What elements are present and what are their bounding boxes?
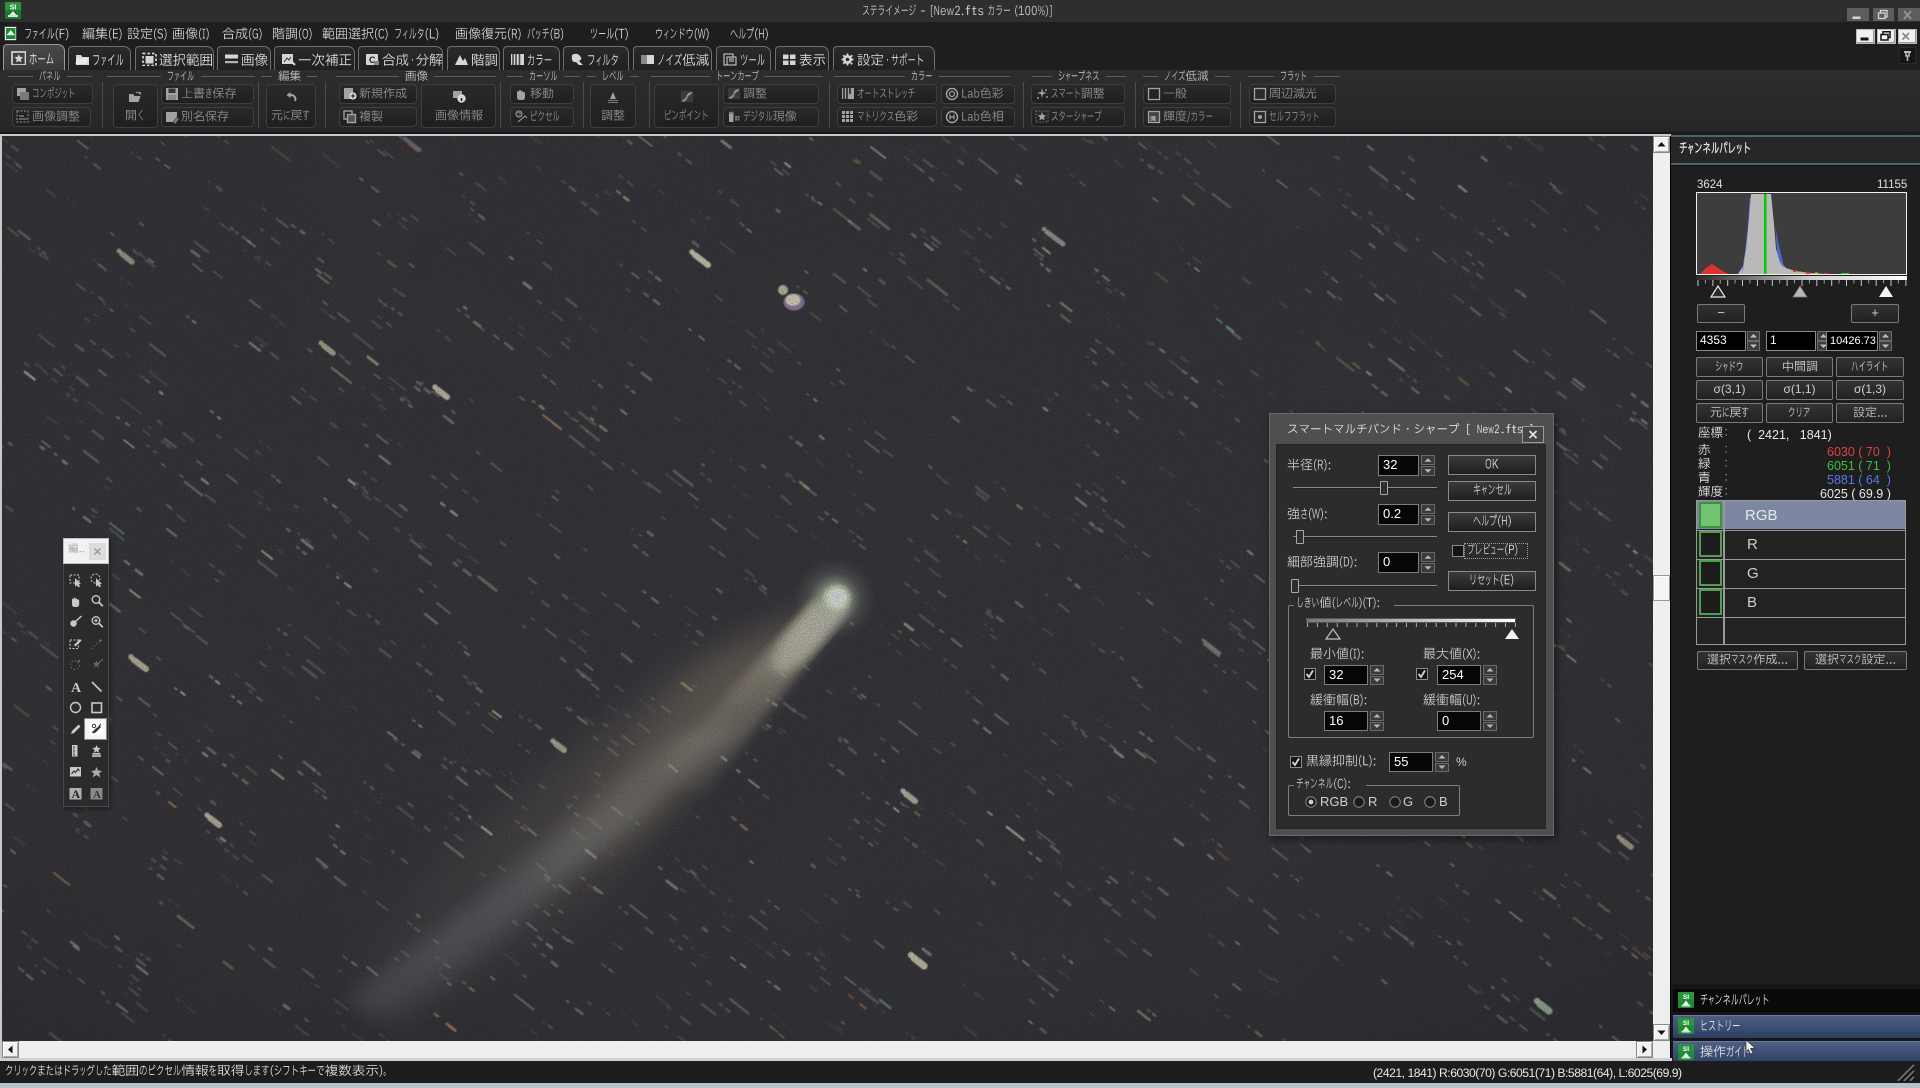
svg-text:SI: SI (1683, 994, 1689, 1001)
svg-text:SI: SI (10, 5, 17, 12)
svg-text:A: A (71, 681, 82, 694)
svg-text:L: L (1151, 116, 1154, 122)
svg-text:?: ? (517, 112, 521, 119)
svg-text:A: A (93, 789, 101, 801)
svg-text:SI: SI (1683, 1020, 1689, 1027)
svg-text:A: A (71, 787, 80, 801)
svg-text:SI: SI (1683, 1046, 1689, 1053)
